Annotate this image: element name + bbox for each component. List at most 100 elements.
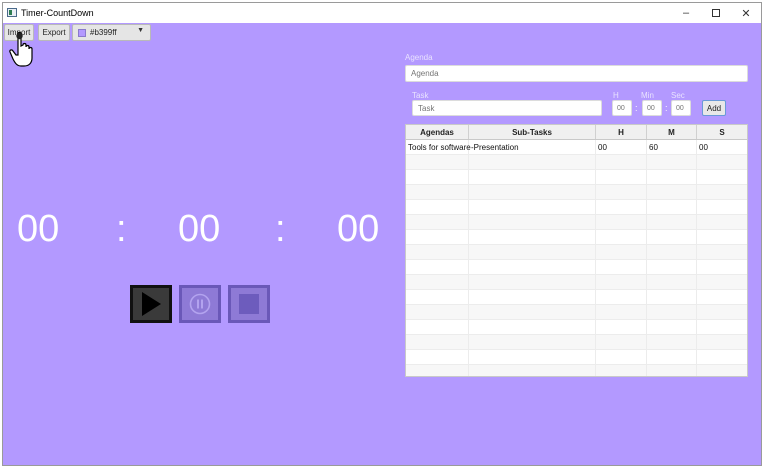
table-row[interactable]: Tools for software -Presentation 00 60 0…	[406, 140, 747, 155]
empty-cell	[596, 290, 647, 304]
empty-cell	[406, 365, 469, 376]
empty-cell	[406, 305, 469, 319]
empty-cell	[469, 155, 596, 169]
hms-separator: :	[635, 103, 638, 113]
seconds-display: 00	[337, 208, 380, 250]
empty-table-row	[406, 305, 747, 320]
empty-cell	[406, 170, 469, 184]
empty-cell	[697, 260, 747, 274]
empty-cell	[596, 350, 647, 364]
empty-cell	[596, 245, 647, 259]
task-input[interactable]	[412, 100, 602, 116]
add-task-button[interactable]: Add	[702, 100, 726, 116]
empty-cell	[697, 365, 747, 376]
dropdown-arrow-icon: ▼	[137, 27, 144, 34]
empty-cell	[469, 170, 596, 184]
empty-table-row	[406, 365, 747, 376]
empty-cell	[697, 350, 747, 364]
empty-cell	[647, 335, 697, 349]
empty-cell	[647, 275, 697, 289]
empty-cell	[697, 320, 747, 334]
cell-subtask: -Presentation	[469, 140, 596, 154]
stop-icon	[239, 294, 259, 314]
time-separator: :	[116, 208, 127, 250]
minutes-input[interactable]	[642, 100, 662, 116]
empty-table-row	[406, 230, 747, 245]
main-content: Import Export #b399ff ▼ 00 : 00 : 00	[3, 23, 761, 465]
app-icon	[7, 8, 17, 17]
empty-table-row	[406, 185, 747, 200]
seconds-input[interactable]	[671, 100, 691, 116]
empty-cell	[697, 290, 747, 304]
maximize-button[interactable]	[701, 3, 731, 23]
empty-cell	[469, 305, 596, 319]
empty-cell	[596, 305, 647, 319]
empty-cell	[647, 170, 697, 184]
export-button[interactable]: Export	[38, 24, 70, 41]
minutes-label: Min	[641, 91, 654, 100]
empty-cell	[469, 365, 596, 376]
empty-cell	[697, 230, 747, 244]
minimize-button[interactable]: –	[671, 3, 701, 23]
empty-table-row	[406, 275, 747, 290]
table-header: Agendas Sub-Tasks H M S	[406, 125, 747, 140]
empty-cell	[596, 230, 647, 244]
hours-display: 00	[17, 208, 60, 250]
empty-table-row	[406, 350, 747, 365]
title-bar: Timer-CountDown – ✕	[3, 3, 761, 23]
empty-cell	[697, 335, 747, 349]
empty-cell	[469, 320, 596, 334]
column-header-minutes[interactable]: M	[647, 125, 697, 139]
empty-cell	[406, 155, 469, 169]
maximize-icon	[712, 9, 720, 17]
empty-table-row	[406, 170, 747, 185]
play-button[interactable]	[130, 285, 172, 323]
column-header-agendas[interactable]: Agendas	[406, 125, 469, 139]
cell-hours: 00	[596, 140, 647, 154]
hand-cursor-icon	[9, 31, 33, 67]
empty-cell	[469, 215, 596, 229]
agenda-input[interactable]	[405, 65, 748, 82]
empty-cell	[596, 200, 647, 214]
column-header-subtasks[interactable]: Sub-Tasks	[469, 125, 596, 139]
empty-cell	[697, 245, 747, 259]
empty-cell	[469, 200, 596, 214]
empty-cell	[406, 245, 469, 259]
seconds-label: Sec	[671, 91, 685, 100]
column-header-seconds[interactable]: S	[697, 125, 747, 139]
play-icon	[142, 292, 161, 316]
empty-cell	[697, 185, 747, 199]
app-window: Timer-CountDown – ✕ Import Export #b399f…	[2, 2, 762, 466]
empty-cell	[596, 365, 647, 376]
hours-label: H	[613, 91, 619, 100]
color-picker[interactable]: #b399ff ▼	[72, 24, 151, 41]
empty-table-row	[406, 260, 747, 275]
close-button[interactable]: ✕	[731, 3, 761, 23]
empty-cell	[647, 185, 697, 199]
agenda-table[interactable]: Agendas Sub-Tasks H M S Tools for softwa…	[405, 124, 748, 377]
cell-seconds: 00	[699, 142, 708, 152]
empty-cell	[647, 305, 697, 319]
pause-button[interactable]	[179, 285, 221, 323]
hours-input[interactable]	[612, 100, 632, 116]
minimize-icon: –	[682, 7, 690, 19]
empty-cell	[647, 155, 697, 169]
empty-cell	[469, 350, 596, 364]
hms-separator: :	[665, 103, 668, 113]
empty-cell	[697, 305, 747, 319]
empty-cell	[406, 230, 469, 244]
empty-cell	[406, 335, 469, 349]
empty-cell	[647, 215, 697, 229]
empty-table-row	[406, 200, 747, 215]
empty-cell	[469, 185, 596, 199]
empty-cell	[406, 350, 469, 364]
column-header-hours[interactable]: H	[596, 125, 647, 139]
empty-cell	[596, 155, 647, 169]
empty-cell	[647, 290, 697, 304]
empty-table-row	[406, 290, 747, 305]
color-swatch	[78, 28, 86, 37]
empty-cell	[406, 275, 469, 289]
stop-button[interactable]	[228, 285, 270, 323]
empty-cell	[469, 245, 596, 259]
empty-cell	[697, 170, 747, 184]
